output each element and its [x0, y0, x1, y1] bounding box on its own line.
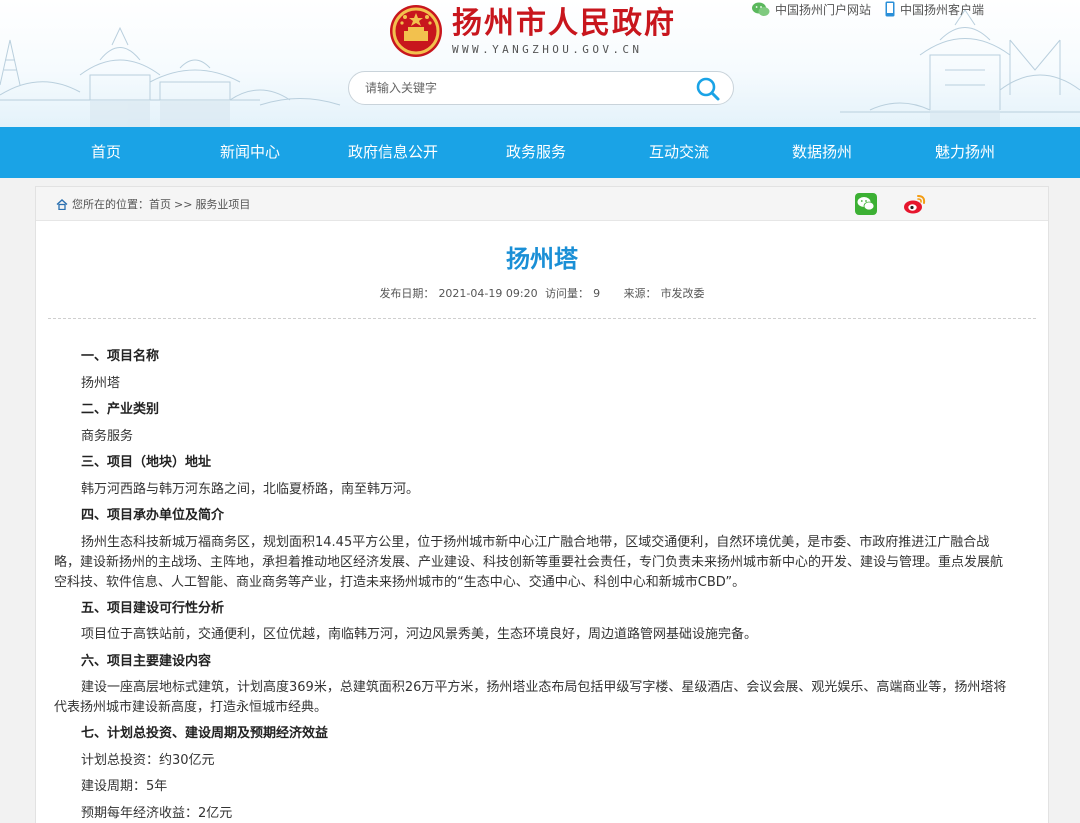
top-link-client[interactable]: 中国扬州客户端 — [885, 1, 984, 18]
section-heading: 四、项目承办单位及简介 — [81, 508, 225, 523]
article-title: 扬州塔 — [506, 245, 578, 273]
breadcrumb: 您所在的位置： 首页 >> 服务业项目 — [56, 187, 250, 221]
section-text: 扬州生态科技新城万福商务区，规划面积14.45平方公里，位于扬州城市新中心江广融… — [54, 534, 1004, 590]
breadcrumb-home[interactable]: 首页 — [149, 196, 171, 212]
section-heading: 三、项目（地块）地址 — [81, 455, 212, 470]
site-logo[interactable]: 扬州市人民政府 WWW.YANGZHOU.GOV.CN — [388, 3, 676, 59]
title-divider — [48, 318, 1036, 319]
section-text: 预期每年经济收益：2亿元 — [81, 805, 233, 821]
section-text: 建设周期：5年 — [81, 779, 168, 794]
article-panel: 您所在的位置： 首页 >> 服务业项目 扬州塔 发布日期： 2021-04-19 … — [35, 186, 1049, 823]
search-icon[interactable] — [695, 76, 721, 102]
section-text: 扬州塔 — [81, 375, 121, 391]
wechat-share-icon[interactable] — [854, 192, 878, 216]
section-heading: 六、项目主要建设内容 — [81, 653, 212, 669]
main-nav: 首页 新闻中心 政府信息公开 政务服务 互动交流 数据扬州 魅力扬州 — [0, 127, 1080, 178]
section-text: 商务服务 — [81, 428, 134, 444]
section-text: 建设一座高层地标式建筑，计划高度369米，总建筑面积26万平方米，扬州塔业态布局… — [54, 680, 1007, 715]
mobile-icon — [885, 1, 895, 17]
weibo-share-icon[interactable] — [903, 192, 927, 216]
site-header: 扬州市人民政府 WWW.YANGZHOU.GOV.CN 中国扬州门户网站 中国扬… — [0, 0, 1080, 127]
top-link-portal[interactable]: 中国扬州门户网站 — [752, 1, 871, 18]
section-heading: 一、项目名称 — [81, 349, 160, 364]
nav-item-services[interactable]: 政务服务 — [490, 127, 582, 178]
meta-views: 9 — [593, 287, 601, 300]
nav-item-news[interactable]: 新闻中心 — [204, 127, 296, 178]
section-heading: 五、项目建设可行性分析 — [81, 600, 225, 616]
top-links: 中国扬州门户网站 中国扬州客户端 — [752, 0, 998, 18]
home-icon — [56, 198, 68, 210]
section-text: 计划总投资：约30亿元 — [81, 752, 215, 768]
national-emblem-icon — [390, 5, 442, 57]
meta-source-label: 来源： — [623, 287, 657, 300]
meta-date: 2021-04-19 09:20 — [438, 287, 538, 300]
nav-item-home[interactable]: 首页 — [66, 127, 146, 178]
top-link-client-label: 中国扬州客户端 — [900, 2, 985, 17]
section-heading: 二、产业类别 — [81, 402, 160, 417]
article-body: 一、项目名称 扬州塔 二、产业类别 商务服务 三、项目（地块）地址 韩万河西路与… — [54, 344, 1011, 823]
breadcrumb-bar: 您所在的位置： 首页 >> 服务业项目 — [36, 187, 1048, 221]
meta-date-label: 发布日期： — [379, 287, 435, 300]
section-text: 韩万河西路与韩万河东路之间，北临夏桥路，南至韩万河。 — [81, 481, 420, 497]
nav-item-data[interactable]: 数据扬州 — [776, 127, 868, 178]
section-text: 项目位于高铁站前，交通便利，区位优越，南临韩万河，河边风景秀美，生态环境良好，周… — [81, 627, 758, 642]
breadcrumb-current[interactable]: 服务业项目 — [195, 196, 250, 212]
search-input[interactable] — [365, 72, 685, 104]
site-url: WWW.YANGZHOU.GOV.CN — [452, 42, 643, 56]
meta-source: 市发改委 — [660, 287, 705, 300]
search-box — [348, 71, 734, 105]
breadcrumb-prefix: 您所在的位置： — [72, 198, 149, 211]
breadcrumb-separator: >> — [174, 197, 193, 211]
nav-item-gov-info[interactable]: 政府信息公开 — [337, 127, 449, 178]
nav-item-charm[interactable]: 魅力扬州 — [919, 127, 1011, 178]
site-title: 扬州市人民政府 — [452, 5, 676, 41]
article-meta: 发布日期： 2021-04-19 09:20 访问量： 9 来源： 市发改委 — [36, 285, 1048, 301]
top-link-portal-label: 中国扬州门户网站 — [775, 2, 872, 17]
nav-item-interaction[interactable]: 互动交流 — [633, 127, 725, 178]
section-heading: 七、计划总投资、建设周期及预期经济效益 — [81, 726, 329, 741]
meta-views-label: 访问量： — [545, 287, 590, 300]
wechat-icon — [752, 2, 770, 16]
